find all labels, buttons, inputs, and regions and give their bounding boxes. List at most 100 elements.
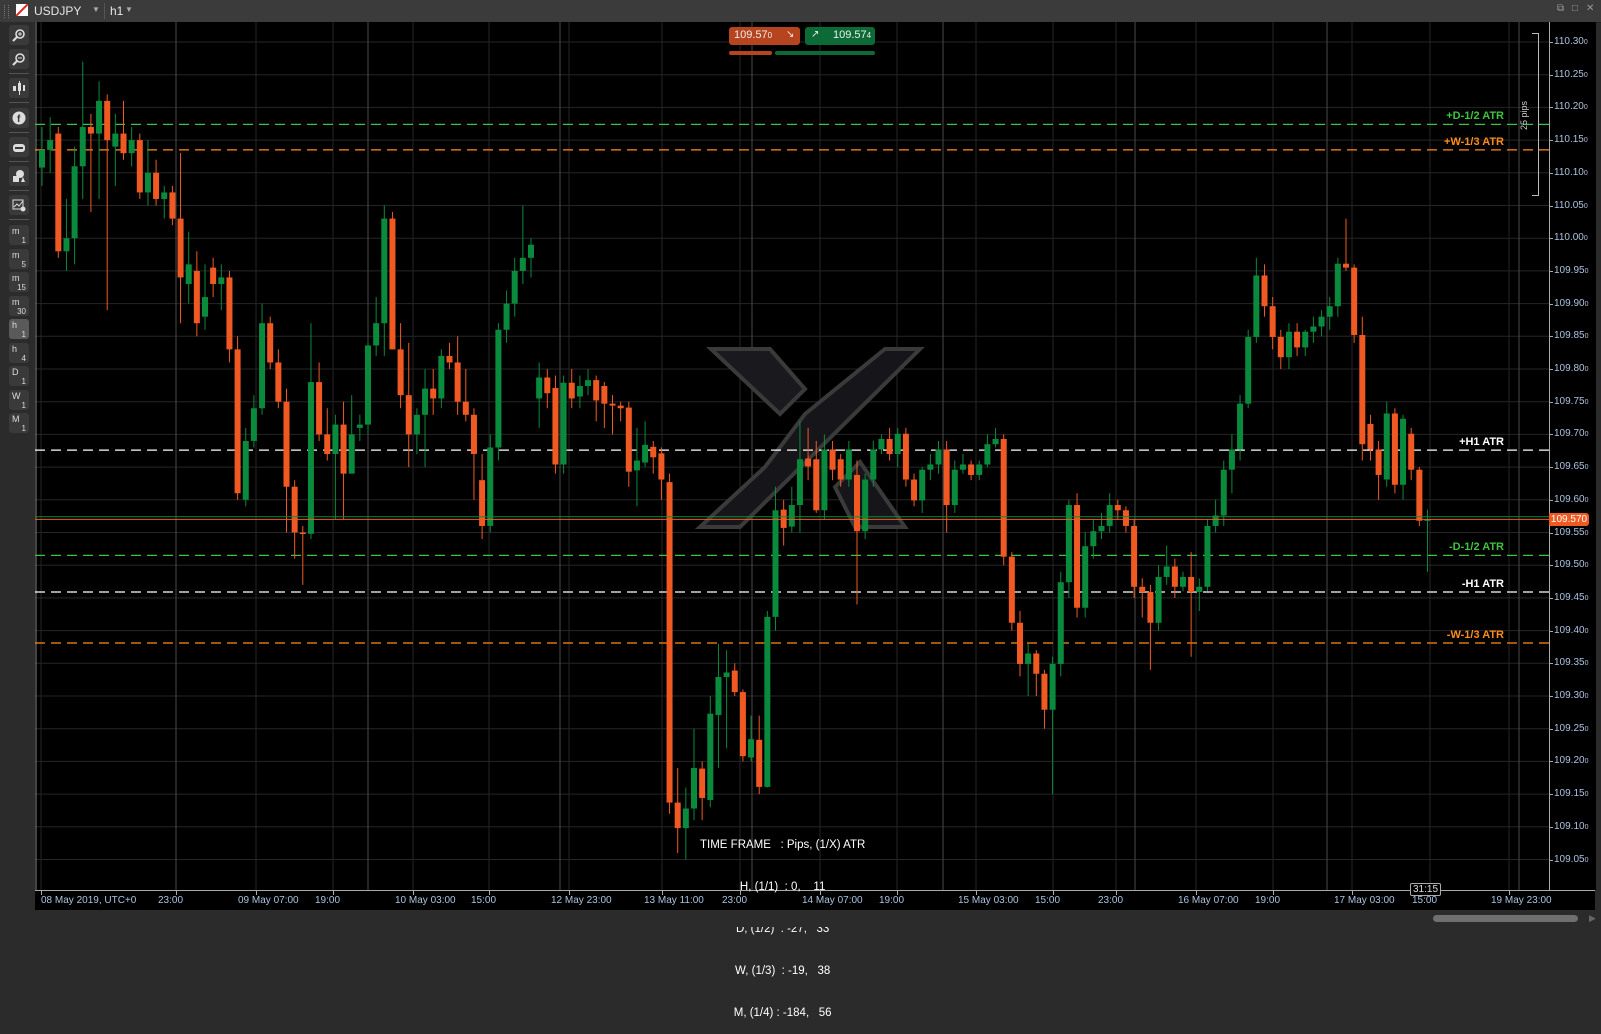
zoom-out-button[interactable] (9, 49, 29, 69)
drag-handle[interactable] (4, 5, 9, 18)
candle-bearish (739, 692, 746, 757)
candle-bearish (780, 509, 787, 528)
candle-bearish (226, 277, 233, 350)
horizontal-scrollbar[interactable]: ▶ (0, 910, 1601, 927)
candle-bullish (218, 277, 225, 284)
candle-bullish (788, 505, 795, 527)
candle-bearish (316, 382, 323, 435)
candle-bullish (715, 677, 722, 715)
candle-bullish (348, 434, 355, 474)
candle-bearish (650, 446, 657, 458)
close-icon[interactable]: ✕ (1586, 3, 1594, 14)
candle-bearish (405, 395, 412, 435)
timeframe-number: 1 (21, 424, 26, 433)
candle-bullish (365, 345, 371, 425)
time-label: 17 May 03:00 (1334, 895, 1395, 906)
price-label: 109.400 (1554, 624, 1589, 636)
pips-ruler (1532, 33, 1539, 196)
time-label: 15:00 (471, 895, 497, 906)
candle-bullish (128, 140, 135, 154)
candle-bullish (79, 127, 86, 167)
candle-bearish (674, 802, 681, 829)
symbol-flag-icon (16, 4, 28, 16)
timeframe-button-W1[interactable]: W1 (9, 389, 29, 410)
candle-bullish (71, 166, 78, 239)
zoom-in-button[interactable] (9, 25, 29, 45)
price-tick (1550, 336, 1553, 338)
candle-bearish (430, 388, 437, 399)
time-label: 19:00 (315, 895, 341, 906)
candle-bearish (87, 127, 94, 134)
divider (9, 190, 29, 191)
scrollbar-thumb[interactable] (1433, 915, 1578, 922)
candle-bullish (633, 460, 640, 471)
price-label: 109.550 (1554, 526, 1589, 538)
timeframe-button-m5[interactable]: m5 (9, 248, 29, 269)
price-label: 110.250 (1554, 68, 1588, 80)
candle-bullish (723, 672, 730, 678)
timeframe-button-m30[interactable]: m 30 (9, 295, 29, 316)
cbots-button[interactable] (9, 137, 29, 157)
candle-bearish (299, 532, 306, 534)
price-label: 109.050 (1554, 853, 1589, 865)
chart-area[interactable] (35, 22, 1549, 890)
timeframe-letter: m (12, 296, 20, 307)
indicators-button[interactable]: f (9, 108, 29, 128)
candle-bullish (796, 459, 803, 506)
sell-pipette: 0 (767, 31, 773, 40)
price-label: 110.300 (1554, 36, 1588, 47)
price-tick (1550, 434, 1553, 436)
timeframe-dropdown-icon[interactable]: ▼ (125, 5, 133, 14)
candle-bearish (943, 449, 950, 506)
timeframe-letter: h (12, 343, 18, 354)
timeframe-button-h1[interactable]: h1 (9, 319, 29, 339)
atr-level-label: -W-1/3 ATR (1446, 629, 1504, 642)
atr-level-label: +W-1/3 ATR (1444, 135, 1504, 148)
chart-type-button[interactable] (9, 78, 29, 98)
candlestick-chart[interactable] (35, 22, 1549, 890)
sell-button[interactable]: 109.570 ↘ (729, 27, 800, 45)
maximize-icon[interactable]: □ (1572, 3, 1578, 14)
candle-bearish (968, 464, 975, 475)
timeframe-button-M1[interactable]: M1 (9, 413, 29, 433)
candle-bearish (1131, 525, 1138, 587)
candle-bullish (992, 438, 999, 445)
candle-bearish (1000, 438, 1007, 557)
symbol-dropdown-icon[interactable]: ▼ (92, 5, 100, 14)
candle-bearish (609, 403, 616, 406)
candle-bearish (829, 449, 836, 470)
timeframe-button-m1[interactable]: m1 (9, 225, 29, 245)
chart-settings-button[interactable] (9, 195, 29, 215)
price-label: 110.200 (1554, 101, 1588, 113)
candle-bearish (1294, 331, 1301, 348)
scroll-right-icon[interactable]: ▶ (1589, 913, 1596, 924)
candle-bearish (324, 434, 331, 455)
candle-bullish (536, 377, 543, 399)
candle-bearish (234, 349, 241, 494)
detach-icon[interactable]: ⧉ (1557, 3, 1564, 14)
buy-button[interactable]: ↗ 109.574 (805, 27, 875, 45)
sell-volume-bar (729, 51, 772, 55)
candle-bearish (446, 355, 453, 363)
candle-bullish (919, 469, 926, 501)
candle-bearish (756, 739, 763, 787)
candle-bullish (1057, 582, 1064, 664)
timeframe-selector[interactable]: h1 (110, 4, 123, 18)
drawing-tools-button[interactable] (9, 166, 29, 186)
candle-bullish (47, 140, 54, 150)
symbol-selector[interactable]: USDJPY (34, 4, 81, 18)
divider (9, 132, 29, 133)
candle-bearish (552, 387, 559, 465)
candle-bearish (886, 438, 893, 455)
price-axis[interactable]: 110.300 110.250 110.200 110.150 110.100 110.0… (1549, 22, 1596, 890)
timeframe-button-m15[interactable]: m 15 (9, 272, 29, 292)
candle-bullish (144, 172, 151, 193)
price-label: 110.100 (1554, 166, 1588, 178)
price-tick (1550, 794, 1553, 796)
candle-bullish (1383, 413, 1390, 480)
timeframe-button-h4[interactable]: h4 (9, 342, 29, 363)
timeframe-button-D1[interactable]: D1 (9, 366, 29, 386)
sell-price: 109.57 (734, 29, 768, 41)
timeframe-number: 1 (21, 377, 26, 386)
candle-bearish (283, 401, 290, 487)
